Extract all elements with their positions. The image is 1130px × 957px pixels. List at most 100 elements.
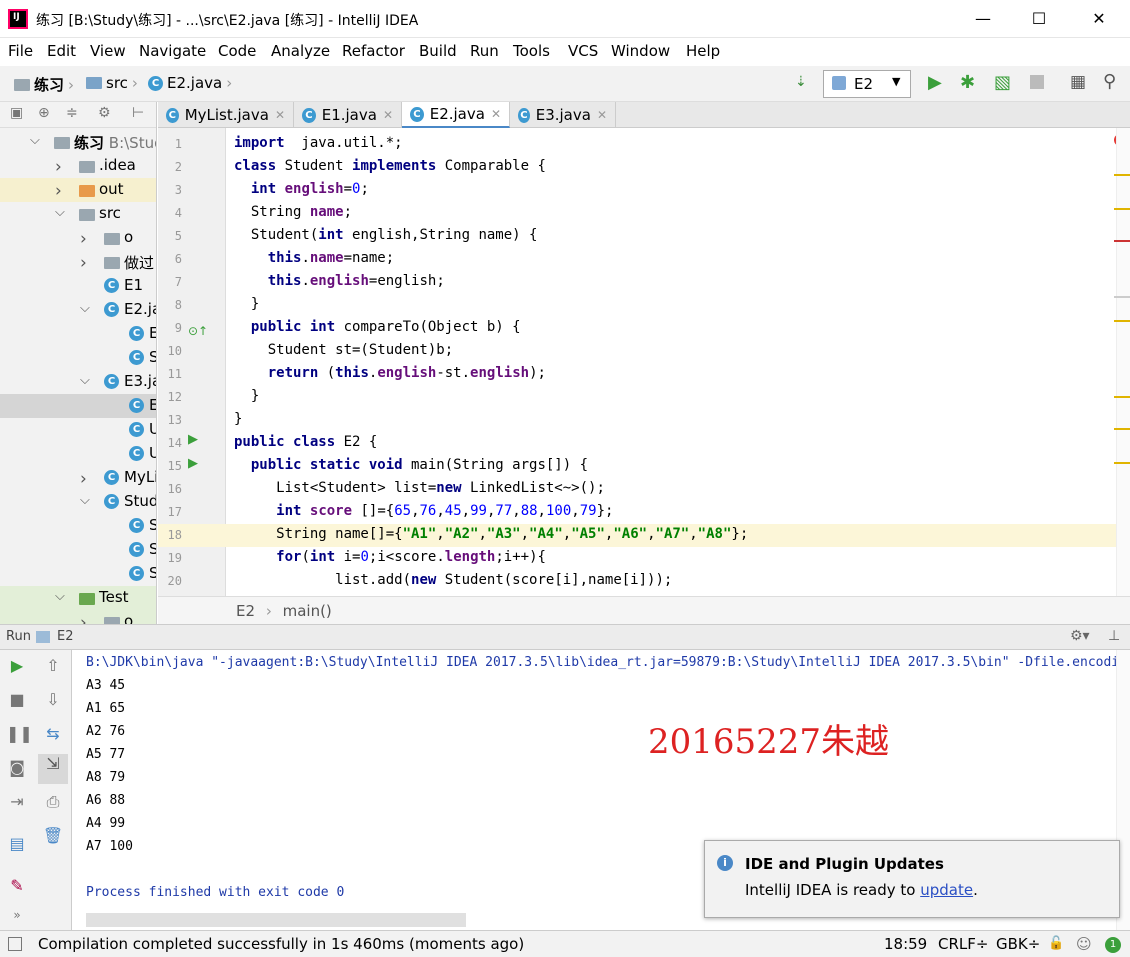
tree-item[interactable]: ⌵ C E2.java [0, 298, 156, 322]
tree-item[interactable]: › o [0, 610, 156, 624]
code-line[interactable]: 8 } [158, 294, 1116, 317]
code-line[interactable]: 11 return (this.english-st.english); [158, 363, 1116, 386]
chevron-right-icon[interactable]: › [80, 253, 87, 273]
menu-help[interactable]: Help [686, 42, 720, 60]
menu-file[interactable]: File [8, 42, 33, 60]
hide-panel-icon[interactable]: ⊥ [1108, 628, 1120, 644]
close-icon[interactable]: ✕ [275, 108, 285, 122]
close-icon[interactable]: ✕ [597, 108, 607, 122]
scroll-up-icon[interactable]: ⇧ [42, 656, 64, 678]
gear-icon[interactable]: ⚙ [98, 105, 111, 121]
line-separator[interactable]: CRLF÷ [938, 935, 988, 953]
horizontal-scrollbar[interactable] [86, 913, 466, 927]
print-icon[interactable]: ⎙ [42, 792, 64, 814]
tree-item[interactable]: ⌵ C Studen [0, 490, 156, 514]
code-line[interactable]: 2 class Student implements Comparable { [158, 156, 1116, 179]
inspector-icon[interactable]: ☺ [1076, 935, 1092, 953]
chevron-down-icon[interactable]: ⌵ [80, 493, 90, 508]
menu-navigate[interactable]: Navigate [139, 42, 206, 60]
chevron-down-icon[interactable]: ⌵ [30, 133, 40, 148]
tree-item[interactable]: C E2 [0, 322, 156, 346]
search-icon[interactable]: ⚲ [1103, 71, 1116, 92]
tree-item[interactable]: ⌵ src [0, 202, 156, 226]
update-link[interactable]: update [920, 881, 973, 899]
menu-view[interactable]: View [90, 42, 126, 60]
menu-analyze[interactable]: Analyze [271, 42, 330, 60]
pause-icon[interactable]: ❚❚ [6, 724, 33, 746]
code-line[interactable]: 12 } [158, 386, 1116, 409]
code-editor[interactable]: 1 import java.util.*; 2 class Student imple… [158, 128, 1130, 596]
breadcrumb-class[interactable]: E2 [236, 602, 255, 620]
code-line[interactable]: 7 this.english=english; [158, 271, 1116, 294]
menu-tools[interactable]: Tools [513, 42, 550, 60]
caret-position[interactable]: 18:59 [884, 935, 927, 953]
editor-scrollbar[interactable] [1114, 128, 1130, 596]
menu-run[interactable]: Run [470, 42, 499, 60]
tree-item[interactable]: C E3 [0, 394, 156, 418]
code-line[interactable]: 3 int english=0; [158, 179, 1116, 202]
gear-icon[interactable]: ⚙▾ [1070, 628, 1090, 644]
chevron-down-icon[interactable]: ⌵ [80, 373, 90, 388]
run-config-tab[interactable]: E2 [57, 629, 74, 644]
chevron-down-icon[interactable]: ⌵ [80, 301, 90, 316]
code-line[interactable]: 4 String name; [158, 202, 1116, 225]
chevron-right-icon[interactable]: › [80, 469, 87, 489]
coverage-icon[interactable]: ▧ [994, 72, 1011, 93]
dump-threads-icon[interactable]: ◙ [6, 758, 28, 780]
lock-icon[interactable]: 🔓 [1048, 936, 1064, 951]
tab-mylist[interactable]: C MyList.java ✕ [158, 102, 294, 128]
tree-item[interactable]: › .idea [0, 154, 156, 178]
menu-build[interactable]: Build [419, 42, 457, 60]
chevron-right-icon[interactable]: › [80, 229, 87, 249]
scroll-down-icon[interactable]: ⇩ [42, 690, 64, 712]
debug-icon[interactable]: ✱ [960, 72, 975, 93]
build-icon[interactable]: ⇣ [795, 74, 807, 90]
trash-icon[interactable]: 🗑 [42, 826, 64, 848]
tree-item[interactable]: C Stuc [0, 562, 156, 586]
breadcrumb-file[interactable]: C E2.java › [148, 74, 232, 92]
layout-icon[interactable]: ▣ [10, 105, 23, 121]
chevron-down-icon[interactable]: ⌵ [55, 205, 65, 220]
breadcrumb-project[interactable]: 练习 › [14, 74, 74, 95]
code-line[interactable]: 16 List<Student> list=new LinkedList<~>(… [158, 478, 1116, 501]
code-line[interactable]: 20 list.add(new Student(score[i],name[i]… [158, 570, 1116, 593]
tree-item[interactable]: C Stuc [0, 538, 156, 562]
chevron-right-icon[interactable]: › [55, 181, 62, 201]
maximize-button[interactable]: ☐ [1016, 4, 1062, 34]
code-line[interactable]: 18 String name[]={"A1","A2","A3","A4","A… [158, 524, 1116, 547]
tree-item[interactable]: ⌵ 练习 B:\Study\ [0, 130, 156, 154]
update-notification[interactable]: i IDE and Plugin Updates IntelliJ IDEA i… [704, 840, 1120, 918]
close-icon[interactable]: ✕ [383, 108, 393, 122]
event-log-badge[interactable]: 1 [1105, 937, 1121, 953]
close-button[interactable]: ✕ [1076, 4, 1122, 34]
tree-item[interactable]: C UDis [0, 418, 156, 442]
tab-e1[interactable]: C E1.java ✕ [294, 102, 402, 128]
exit-icon[interactable]: ⇥ [6, 792, 28, 814]
code-line[interactable]: 10 Student st=(Student)b; [158, 340, 1116, 363]
chevron-down-icon[interactable]: ⌵ [55, 589, 65, 604]
more-icon[interactable]: » [6, 908, 28, 930]
menu-edit[interactable]: Edit [47, 42, 76, 60]
tab-e2[interactable]: C E2.java ✕ [402, 102, 510, 128]
collapse-icon[interactable]: ≑ [66, 105, 78, 121]
tree-item[interactable]: C UDis [0, 442, 156, 466]
stop-icon[interactable]: ■ [6, 690, 28, 712]
tree-item[interactable]: › out [0, 178, 156, 202]
chevron-right-icon[interactable]: › [55, 157, 62, 177]
tree-item[interactable]: ⌵ C E3.java [0, 370, 156, 394]
tab-e3[interactable]: C E3.java ✕ [510, 102, 616, 128]
code-line[interactable]: 14 public class E2 { [158, 432, 1116, 455]
code-line[interactable]: 15 public static void main(String args[]… [158, 455, 1116, 478]
hide-icon[interactable]: ⊢ [132, 105, 144, 121]
close-icon[interactable]: ✕ [491, 107, 501, 121]
run-configuration-select[interactable]: E2 ▼ [823, 70, 911, 98]
code-line[interactable]: 9 public int compareTo(Object b) { [158, 317, 1116, 340]
pin-icon[interactable]: ✎ [6, 876, 28, 898]
menu-refactor[interactable]: Refactor [342, 42, 405, 60]
locate-icon[interactable]: ⊕ [38, 105, 50, 121]
code-line[interactable]: 13} [158, 409, 1116, 432]
stop-icon[interactable] [1030, 75, 1044, 89]
minimize-button[interactable]: — [960, 4, 1006, 34]
code-line[interactable]: 1 import java.util.*; [158, 133, 1116, 156]
project-structure-icon[interactable]: ▦ [1070, 72, 1086, 92]
